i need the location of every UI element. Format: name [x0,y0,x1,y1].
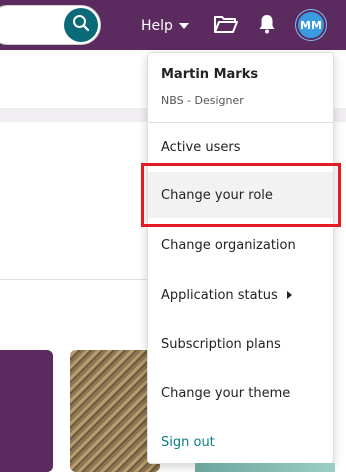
folder-icon[interactable] [213,13,239,35]
user-avatar[interactable]: MM [296,10,326,40]
menu-item-label: Active users [161,139,241,155]
user-role: NBS - Designer [161,94,244,107]
menu-item-sign-out[interactable]: Sign out [148,419,333,465]
content-card[interactable] [0,350,53,472]
menu-item-label: Change organization [161,237,296,253]
avatar-initials: MM [300,18,322,32]
top-navigation-bar: Help MM [0,0,346,50]
chevron-right-icon [286,291,292,299]
menu-item-application-status[interactable]: Application status [148,272,333,318]
menu-item-subscription-plans[interactable]: Subscription plans [148,321,333,367]
background-image-strip [195,463,335,472]
menu-item-label: Sign out [161,434,215,450]
search-button[interactable] [64,8,98,42]
search-icon [71,13,91,37]
menu-item-change-theme[interactable]: Change your theme [148,370,333,416]
user-name: Martin Marks [161,67,259,82]
menu-item-change-organization[interactable]: Change organization [148,222,333,268]
menu-item-label: Subscription plans [161,336,281,352]
help-label: Help [141,18,173,34]
user-menu-dropdown: Martin Marks NBS - Designer Active users… [147,52,334,464]
highlight-box [141,163,341,227]
menu-item-label: Change your theme [161,385,291,401]
caret-down-icon [178,23,189,29]
help-menu-button[interactable]: Help [141,16,189,36]
bell-icon[interactable] [257,13,277,35]
menu-item-label: Application status [161,287,278,303]
user-menu-header: Martin Marks NBS - Designer [148,53,333,123]
